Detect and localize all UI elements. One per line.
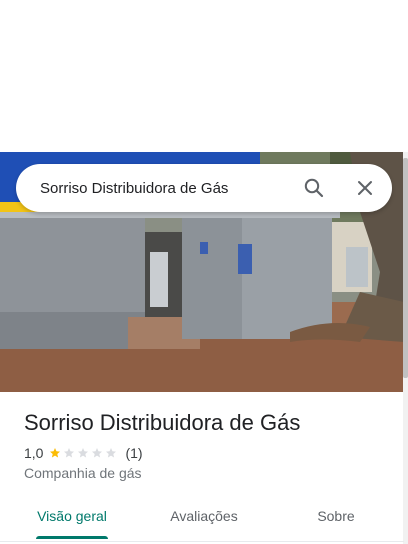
review-count-link[interactable]: (1) <box>125 445 142 461</box>
scrollbar[interactable] <box>403 152 408 544</box>
close-button[interactable] <box>353 176 377 200</box>
search-box[interactable] <box>16 164 392 212</box>
star-empty-icon <box>64 448 75 458</box>
star-rating <box>49 447 119 459</box>
active-tab-indicator <box>36 536 108 539</box>
rating-value: 1,0 <box>24 445 44 461</box>
search-icon <box>304 178 324 198</box>
blank-area <box>0 0 408 152</box>
close-icon <box>358 181 372 195</box>
star-empty-icon <box>78 448 89 458</box>
scrollbar-thumb[interactable] <box>403 158 408 378</box>
star-filled-icon <box>50 448 61 458</box>
star-empty-icon <box>92 448 103 458</box>
divider <box>0 541 404 542</box>
tab-overview[interactable]: Visão geral <box>24 492 120 540</box>
tab-about[interactable]: Sobre <box>290 492 382 540</box>
search-button[interactable] <box>302 176 326 200</box>
search-input[interactable] <box>40 176 290 200</box>
place-title: Sorriso Distribuidora de Gás <box>24 410 301 435</box>
place-category[interactable]: Companhia de gás <box>24 465 142 481</box>
star-empty-icon <box>106 448 117 458</box>
tab-bar: Visão geral Avaliações Sobre <box>0 492 404 540</box>
rating-row: 1,0 (1) <box>24 445 143 461</box>
tab-reviews[interactable]: Avaliações <box>156 492 252 540</box>
